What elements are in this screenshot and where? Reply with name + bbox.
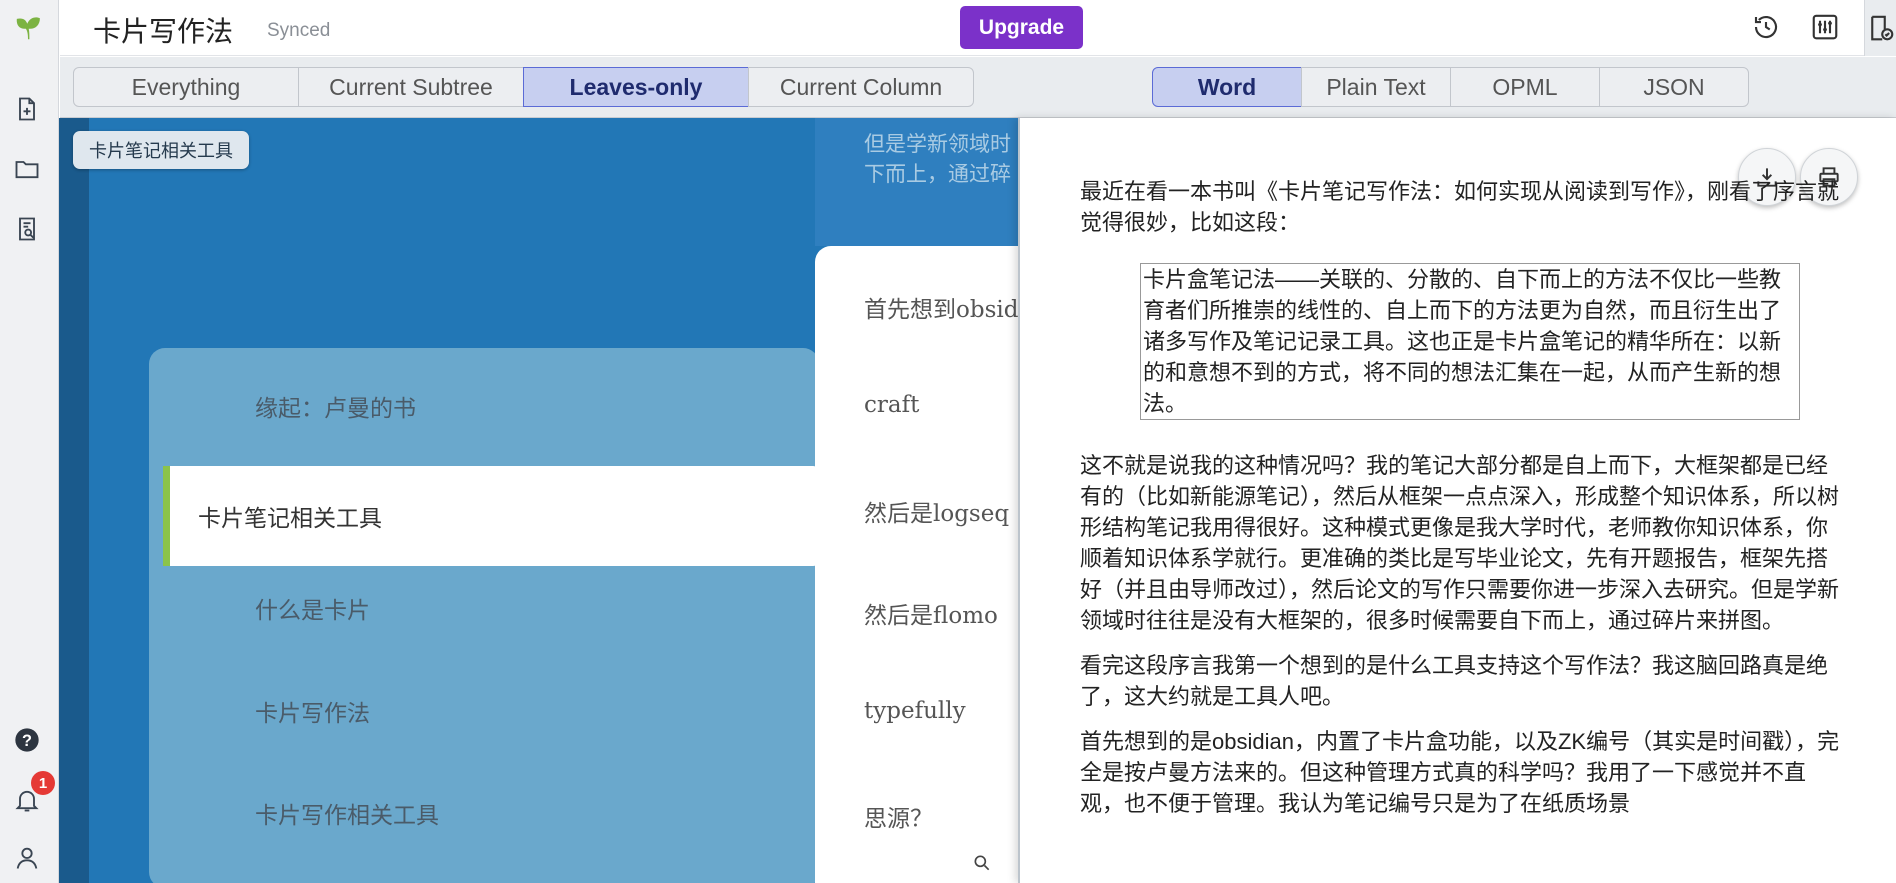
format-opml[interactable]: OPML bbox=[1450, 67, 1600, 107]
folder-icon[interactable] bbox=[12, 154, 42, 184]
tree-canvas: 卡片笔记相关工具 缘起：卢曼的书 卡片笔记相关工具 什么是卡片 卡片写作法 卡片… bbox=[59, 118, 1019, 883]
document-title[interactable]: 卡片写作法 bbox=[93, 10, 233, 50]
document-search-icon[interactable] bbox=[12, 214, 42, 244]
top-bar: 卡片写作法 Synced Upgrade bbox=[60, 0, 1896, 56]
format-plain-text[interactable]: Plain Text bbox=[1301, 67, 1451, 107]
export-panel-icon[interactable] bbox=[1864, 0, 1896, 56]
sync-status: Synced bbox=[267, 20, 331, 41]
scope-current-subtree[interactable]: Current Subtree bbox=[298, 67, 524, 107]
column-3-card[interactable]: 然后是flomo bbox=[864, 596, 998, 630]
card[interactable]: 什么是卡片 bbox=[149, 558, 819, 658]
svg-text:?: ? bbox=[22, 732, 32, 750]
new-document-icon[interactable] bbox=[12, 94, 42, 124]
export-text: 最近在看一本书叫《卡片笔记写作法：如何实现从阅读到写作》，刚看了序言就觉得很妙，… bbox=[1080, 176, 1840, 833]
column-3-card[interactable]: typefully bbox=[864, 698, 966, 724]
format-selector: Word Plain Text OPML JSON bbox=[1152, 67, 1749, 107]
column-3-card[interactable]: 首先想到obsid bbox=[864, 290, 1018, 324]
scope-leaves-only[interactable]: Leaves-only bbox=[523, 67, 749, 107]
history-icon[interactable] bbox=[1749, 10, 1783, 44]
export-paragraph: 看完这段序言我第一个想到的是什么工具支持这个写作法？我这脑回路真是绝了，这大约就… bbox=[1080, 653, 1829, 709]
breadcrumb[interactable]: 卡片笔记相关工具 bbox=[73, 131, 249, 169]
help-icon[interactable]: ? bbox=[12, 725, 42, 755]
notification-badge: 1 bbox=[31, 771, 55, 795]
export-filter-bar: Everything Current Subtree Leaves-only C… bbox=[60, 57, 1896, 118]
column-3-parent-card[interactable]: 但是学新领域时 下而上，通过碎 bbox=[815, 118, 1019, 246]
column-3-cards bbox=[815, 246, 1019, 883]
parent-card-text-line: 但是学新领域时 bbox=[864, 132, 1011, 156]
card-active[interactable]: 卡片笔记相关工具 bbox=[163, 466, 819, 566]
parent-card-text-line: 下而上，通过碎 bbox=[864, 162, 1011, 186]
export-paragraph: 这不就是说我的这种情况吗？我的笔记大部分都是自上而下，大框架都是已经有的（比如新… bbox=[1080, 453, 1840, 633]
settings-sliders-icon[interactable] bbox=[1808, 10, 1842, 44]
scope-selector: Everything Current Subtree Leaves-only C… bbox=[73, 67, 974, 107]
scope-current-column[interactable]: Current Column bbox=[748, 67, 974, 107]
gingko-logo-icon[interactable] bbox=[9, 9, 47, 47]
column-3-card[interactable]: craft bbox=[864, 392, 919, 418]
format-json[interactable]: JSON bbox=[1599, 67, 1749, 107]
account-icon[interactable] bbox=[12, 843, 42, 873]
card[interactable]: 缘起：卢曼的书 bbox=[149, 356, 819, 456]
export-preview-panel: 最近在看一本书叫《卡片笔记写作法：如何实现从阅读到写作》，刚看了序言就觉得很妙，… bbox=[1018, 118, 1896, 883]
export-paragraph: 最近在看一本书叫《卡片笔记写作法：如何实现从阅读到写作》，刚看了序言就觉得很妙，… bbox=[1080, 179, 1840, 235]
column-1 bbox=[59, 118, 89, 883]
left-rail: ? 1 bbox=[0, 0, 59, 883]
format-word[interactable]: Word bbox=[1152, 67, 1302, 107]
column-3-card[interactable]: 思源？ bbox=[864, 799, 933, 833]
export-paragraph: 首先想到的是obsidian，内置了卡片盒功能，以及ZK编号（其实是时间戳），完… bbox=[1080, 729, 1840, 816]
upgrade-button[interactable]: Upgrade bbox=[960, 6, 1083, 49]
column-3-card[interactable]: 然后是logseq bbox=[864, 494, 1009, 528]
card[interactable]: 卡片写作法 bbox=[149, 661, 819, 761]
card[interactable]: 卡片写作相关工具 bbox=[149, 763, 819, 863]
search-icon[interactable] bbox=[972, 853, 992, 878]
export-quote: 卡片盒笔记法——关联的、分散的、自下而上的方法不仅比一些教育者们所推崇的线性的、… bbox=[1140, 263, 1800, 420]
scope-everything[interactable]: Everything bbox=[73, 67, 299, 107]
